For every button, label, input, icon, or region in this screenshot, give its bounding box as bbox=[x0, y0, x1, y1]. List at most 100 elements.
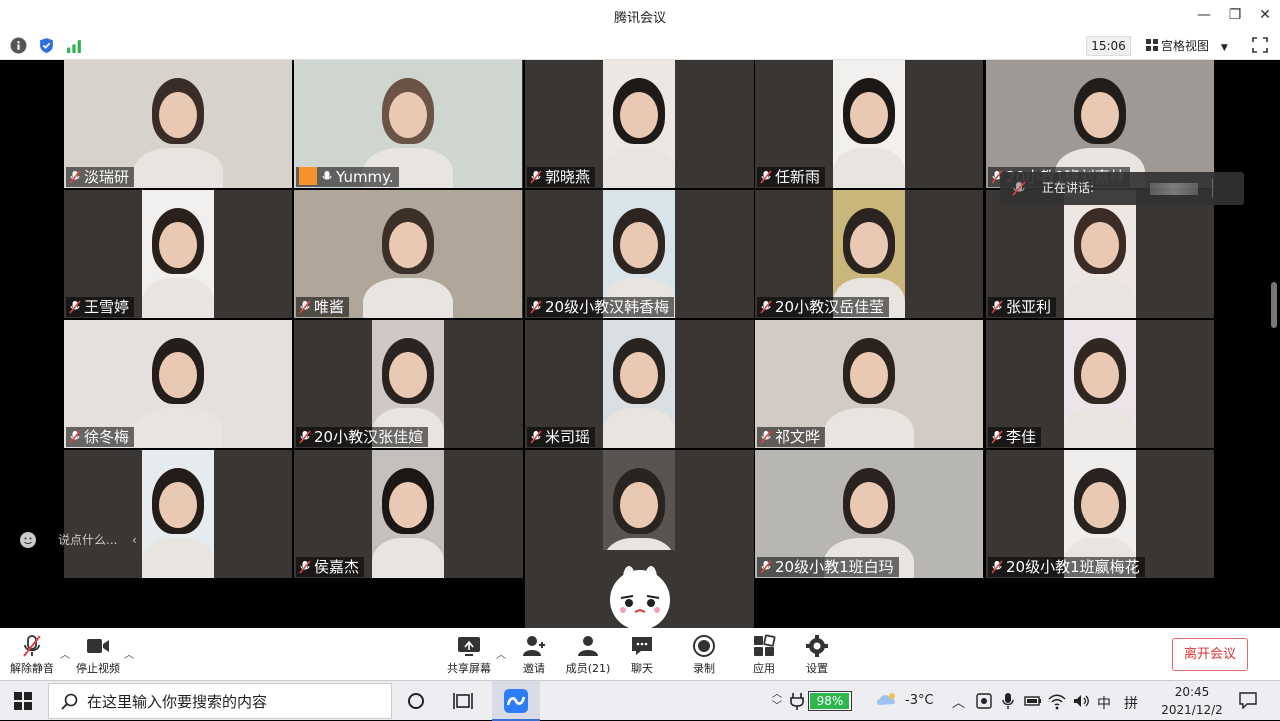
audio-options-caret[interactable]: ︿ bbox=[60, 646, 70, 661]
participant-video bbox=[142, 190, 214, 318]
view-mode-dropdown[interactable]: 宫格视图 ▼ bbox=[1146, 36, 1242, 56]
participant-name-label: 20小教汉张佳媗 bbox=[296, 427, 429, 447]
settings-button[interactable]: 设置 bbox=[789, 634, 845, 678]
participant-tile[interactable]: 侯嘉杰 bbox=[294, 450, 523, 578]
restore-button[interactable]: ❐ bbox=[1220, 4, 1250, 26]
mic-muted-icon bbox=[760, 170, 772, 184]
battery-small-icon[interactable] bbox=[1024, 693, 1042, 709]
apps-icon bbox=[754, 634, 776, 656]
volume-icon[interactable] bbox=[1072, 692, 1090, 710]
participant-face bbox=[850, 352, 888, 398]
shield-icon[interactable] bbox=[38, 37, 55, 54]
minimize-button[interactable]: — bbox=[1189, 4, 1219, 26]
participant-name-label: 20小教汉岳佳莹 bbox=[757, 297, 890, 317]
battery-indicator[interactable]: 98% bbox=[808, 691, 852, 711]
participant-face bbox=[620, 222, 658, 268]
speaking-indicator: 正在讲话: bbox=[1000, 172, 1244, 205]
participant-tile[interactable]: 任新雨 bbox=[755, 60, 983, 188]
participant-video bbox=[1064, 190, 1136, 318]
participant-name: 20级小教汉韩香梅 bbox=[545, 298, 670, 316]
grid-icon bbox=[1146, 39, 1158, 51]
taskbar-app-tencent-meeting[interactable] bbox=[492, 681, 540, 721]
participant-tile[interactable]: 徐冬梅 bbox=[64, 320, 292, 448]
participant-tile[interactable]: 郭晓燕 bbox=[525, 60, 754, 188]
apps-button[interactable]: 应用 bbox=[736, 634, 792, 678]
info-icon[interactable] bbox=[10, 37, 27, 54]
participant-face bbox=[389, 352, 427, 398]
mic-muted-icon bbox=[69, 430, 81, 444]
floating-chat[interactable]: 说点什么... ‹ bbox=[14, 528, 150, 552]
participant-tile[interactable] bbox=[64, 450, 292, 578]
invite-button[interactable]: 邀请 bbox=[506, 634, 562, 678]
notification-icon[interactable] bbox=[1238, 691, 1258, 709]
microphone-icon[interactable] bbox=[1001, 692, 1015, 710]
members-button[interactable]: 成员(21) bbox=[560, 634, 616, 678]
app-tray-icon[interactable] bbox=[975, 692, 993, 710]
record-button[interactable]: 录制 bbox=[676, 634, 732, 678]
mic-muted-icon bbox=[760, 560, 772, 574]
participant-name-label: 20级小教1班嬴梅花 bbox=[988, 557, 1145, 577]
task-view-icon[interactable] bbox=[449, 687, 477, 715]
participant-tile[interactable]: 王雪婷 bbox=[64, 190, 292, 318]
search-input[interactable] bbox=[87, 690, 383, 714]
emoji-icon[interactable] bbox=[20, 532, 36, 548]
participant-tile[interactable]: 20小教汉岳佳莹 bbox=[755, 190, 983, 318]
participant-video bbox=[833, 60, 905, 188]
participant-tile[interactable]: 20级小教汉韩香梅 bbox=[525, 190, 754, 318]
close-button[interactable]: ✕ bbox=[1250, 4, 1280, 26]
chat-button[interactable]: 聊天 bbox=[614, 634, 670, 678]
participant-name-label: 20级小教1班白玛 bbox=[757, 557, 899, 577]
ime-mode[interactable]: 拼 bbox=[1124, 693, 1138, 713]
side-panel-handle[interactable] bbox=[1271, 282, 1277, 328]
participant-tile[interactable]: 祁文晔 bbox=[755, 320, 983, 448]
share-options-caret[interactable]: ︿ bbox=[496, 646, 506, 661]
speaker-name-blur bbox=[1150, 183, 1198, 195]
video-options-caret[interactable]: ︿ bbox=[124, 646, 134, 661]
leave-meeting-button[interactable]: 离开会议 bbox=[1172, 638, 1248, 671]
participant-tile[interactable]: 米司瑶 bbox=[525, 320, 754, 448]
clock-date: 2021/12/2 bbox=[1161, 703, 1223, 717]
mic-muted-icon bbox=[530, 300, 542, 314]
participant-tile[interactable]: 张亚利 bbox=[986, 190, 1214, 318]
clock-time: 20:45 bbox=[1174, 685, 1210, 699]
fullscreen-icon[interactable] bbox=[1252, 37, 1268, 53]
participant-body bbox=[372, 538, 444, 578]
tray-scroll-arrows[interactable]: ︿ ﹀ bbox=[772, 689, 782, 713]
share-screen-label: 共享屏幕 bbox=[447, 662, 491, 675]
hidden-icons-chevron-icon[interactable]: ︿ bbox=[952, 692, 965, 711]
share-screen-button[interactable]: 共享屏幕 bbox=[441, 634, 497, 678]
system-clock[interactable]: 20:45 2021/12/2 bbox=[1150, 683, 1234, 719]
unmute-label: 解除静音 bbox=[10, 662, 54, 675]
participant-tile[interactable]: Yummy. bbox=[294, 60, 523, 188]
signal-icon[interactable] bbox=[66, 37, 83, 54]
chat-collapse-arrow[interactable]: ‹ bbox=[132, 528, 137, 552]
cortana-icon[interactable] bbox=[402, 687, 430, 715]
rabbit-avatar-icon bbox=[610, 566, 670, 628]
camera-icon bbox=[87, 639, 109, 653]
mic-muted-icon bbox=[991, 300, 1003, 314]
participant-name: 20小教汉岳佳莹 bbox=[775, 298, 885, 316]
weather-temp[interactable]: -3°C bbox=[905, 693, 934, 708]
participant-tile[interactable]: 李佳 bbox=[986, 320, 1214, 448]
participant-tile[interactable]: 20小教汉张佳媗 bbox=[294, 320, 523, 448]
windows-start-icon[interactable] bbox=[14, 692, 32, 710]
weather-icon[interactable] bbox=[874, 689, 900, 711]
host-badge-icon bbox=[299, 167, 317, 185]
participant-tile[interactable]: 20级小教1班白玛 bbox=[755, 450, 983, 578]
taskbar-search[interactable] bbox=[48, 683, 392, 719]
settings-label: 设置 bbox=[806, 662, 828, 675]
participant-avatar-tile[interactable] bbox=[525, 550, 754, 628]
plug-icon bbox=[790, 693, 804, 710]
participant-tile[interactable]: 20小教1班刘嘉林 bbox=[986, 60, 1214, 188]
participant-tile[interactable]: 唯酱 bbox=[294, 190, 523, 318]
participant-video bbox=[603, 320, 675, 448]
participant-tile[interactable]: 淡瑞研 bbox=[64, 60, 292, 188]
participant-name: 徐冬梅 bbox=[84, 428, 130, 446]
participant-tile[interactable]: 20级小教1班嬴梅花 bbox=[986, 450, 1214, 578]
participant-video bbox=[603, 60, 675, 188]
ime-language[interactable]: 中 bbox=[1097, 693, 1111, 713]
wifi-icon[interactable] bbox=[1048, 692, 1066, 710]
gear-icon bbox=[806, 635, 828, 657]
stop-video-button[interactable]: 停止视频 bbox=[70, 634, 126, 678]
unmute-button[interactable]: 解除静音 bbox=[4, 634, 60, 678]
